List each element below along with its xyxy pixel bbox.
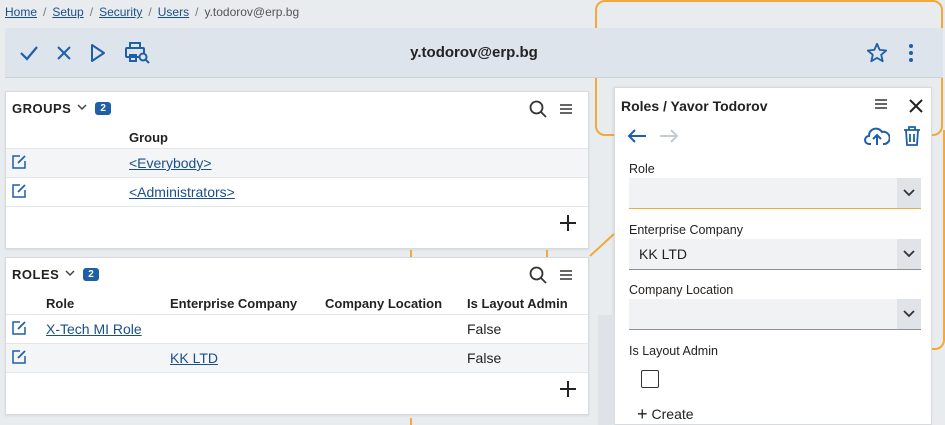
- detail-title: Roles / Yavor Todorov: [621, 98, 768, 114]
- orange-connector-line: [410, 418, 412, 425]
- add-group-button[interactable]: [557, 212, 579, 234]
- print-preview-icon[interactable]: [124, 41, 152, 65]
- check-icon[interactable]: [17, 41, 41, 65]
- roles-panel-title[interactable]: ROLES 2: [12, 267, 100, 282]
- table-row[interactable]: X-Tech MI Role False: [6, 314, 588, 343]
- search-icon[interactable]: [527, 98, 549, 120]
- chevron-down-icon: [77, 103, 87, 114]
- enterprise-company-select[interactable]: KK LTD: [629, 239, 921, 270]
- breadcrumb-separator: /: [195, 5, 199, 19]
- breadcrumb-setup[interactable]: Setup: [52, 5, 83, 19]
- enterprise-company-field-label: Enterprise Company: [629, 223, 743, 237]
- role-detail-panel: Roles / Yavor Todorov Role Enterprise Co…: [614, 87, 932, 425]
- group-link[interactable]: <Administrators>: [129, 184, 235, 200]
- chevron-down-icon: [65, 269, 75, 280]
- table-divider: [6, 206, 588, 207]
- edit-icon[interactable]: [11, 183, 27, 199]
- more-vertical-icon[interactable]: [899, 41, 923, 65]
- edit-icon[interactable]: [11, 349, 27, 365]
- arrow-left-icon[interactable]: [626, 125, 648, 147]
- breadcrumb-separator: /: [148, 5, 152, 19]
- roles-panel: ROLES 2 Role Enterprise Company Company …: [5, 257, 589, 415]
- cloud-upload-icon[interactable]: [863, 125, 891, 147]
- orange-connector-curve: [589, 233, 615, 257]
- breadcrumb-current: y.todorov@erp.bg: [204, 5, 300, 19]
- company-location-field-label: Company Location: [629, 283, 734, 297]
- orange-connector-frame-lower: [932, 130, 945, 350]
- menu-icon[interactable]: [555, 264, 577, 286]
- chevron-down-icon[interactable]: [897, 239, 921, 269]
- column-header-role[interactable]: Role: [46, 296, 74, 311]
- company-location-select[interactable]: [629, 299, 921, 330]
- star-icon[interactable]: [865, 41, 889, 65]
- groups-title-text: GROUPS: [12, 101, 72, 116]
- play-icon[interactable]: [86, 41, 110, 65]
- chevron-down-icon[interactable]: [897, 178, 921, 208]
- add-role-button[interactable]: [557, 378, 579, 400]
- record-toolbar: y.todorov@erp.bg: [5, 28, 943, 78]
- role-select[interactable]: [629, 178, 921, 209]
- roles-title-text: ROLES: [12, 267, 60, 282]
- plus-icon: +: [637, 404, 648, 424]
- breadcrumb-users[interactable]: Users: [158, 5, 189, 19]
- breadcrumb-separator: /: [89, 5, 94, 19]
- role-link[interactable]: X-Tech MI Role: [46, 321, 142, 337]
- arrow-right-icon[interactable]: [658, 125, 680, 147]
- close-icon[interactable]: [905, 95, 927, 117]
- menu-icon[interactable]: [870, 93, 892, 115]
- edit-icon[interactable]: [11, 320, 27, 336]
- layout-admin-cell: False: [467, 321, 502, 337]
- breadcrumb: Home / Setup / Security / Users / y.todo…: [5, 4, 299, 20]
- count-badge: 2: [83, 268, 100, 281]
- count-badge: 2: [95, 102, 112, 115]
- groups-panel-title[interactable]: GROUPS 2: [12, 101, 112, 116]
- menu-icon[interactable]: [555, 98, 577, 120]
- column-header-group[interactable]: Group: [129, 130, 168, 145]
- company-link[interactable]: KK LTD: [170, 350, 218, 366]
- is-layout-admin-field-label: Is Layout Admin: [629, 344, 718, 358]
- table-divider: [6, 372, 588, 373]
- scrollbar-track[interactable]: [598, 315, 612, 425]
- chevron-down-icon[interactable]: [897, 299, 921, 329]
- roles-panel-header: ROLES 2: [6, 258, 588, 290]
- column-header-is-layout-admin[interactable]: Is Layout Admin: [467, 296, 568, 311]
- table-row[interactable]: KK LTD False: [6, 343, 588, 372]
- search-icon[interactable]: [527, 264, 549, 286]
- layout-admin-cell: False: [467, 350, 502, 366]
- breadcrumb-separator: /: [43, 5, 47, 19]
- table-row[interactable]: <Everybody>: [6, 148, 588, 177]
- table-row[interactable]: <Administrators>: [6, 177, 588, 206]
- group-link[interactable]: <Everybody>: [129, 155, 212, 171]
- column-header-company-location[interactable]: Company Location: [325, 296, 442, 311]
- groups-panel-header: GROUPS 2: [6, 92, 588, 124]
- enterprise-company-select-value: KK LTD: [639, 246, 687, 262]
- breadcrumb-security[interactable]: Security: [99, 5, 142, 19]
- groups-panel: GROUPS 2 Group <Everybody> <Administrato…: [5, 91, 589, 249]
- role-field-label: Role: [629, 162, 655, 176]
- is-layout-admin-checkbox[interactable]: [641, 370, 659, 388]
- column-header-enterprise-company[interactable]: Enterprise Company: [170, 296, 297, 311]
- trash-icon[interactable]: [901, 125, 923, 147]
- create-button[interactable]: + Create: [637, 404, 694, 424]
- edit-icon[interactable]: [11, 154, 27, 170]
- create-button-label: Create: [651, 406, 694, 422]
- breadcrumb-home[interactable]: Home: [5, 5, 37, 19]
- close-icon[interactable]: [52, 41, 76, 65]
